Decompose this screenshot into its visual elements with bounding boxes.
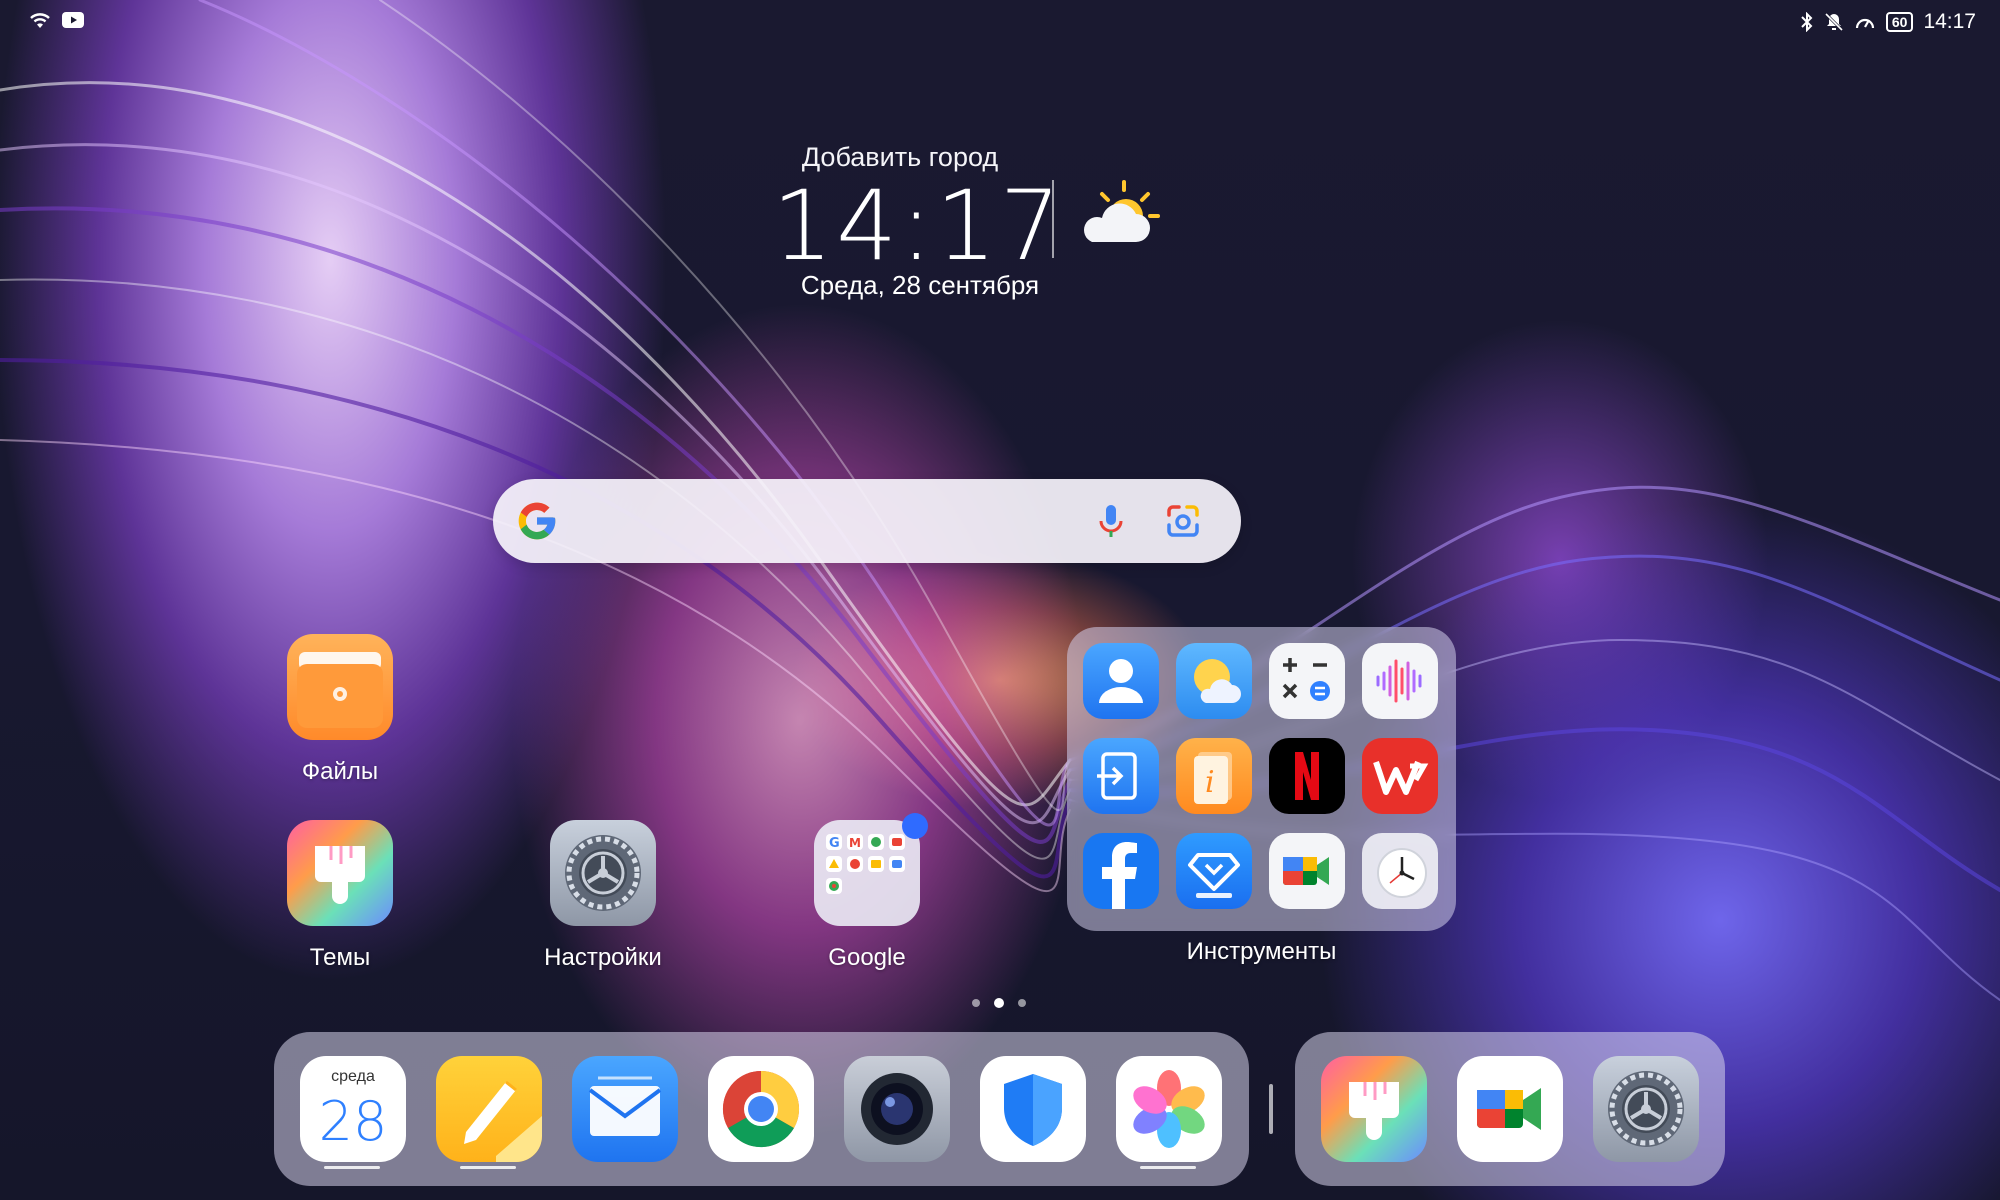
svg-text:G: G <box>829 836 840 851</box>
page-indicator[interactable] <box>972 998 1026 1008</box>
search-input[interactable] <box>583 497 1063 545</box>
honor-club-icon[interactable] <box>1176 833 1252 909</box>
recent-apps-dock <box>1295 1032 1725 1186</box>
youtube-icon <box>62 12 84 28</box>
camera-lens-icon[interactable] <box>844 1056 950 1162</box>
app-label-google: Google <box>828 944 906 971</box>
folder-label-tools: Инструменты <box>1186 938 1337 965</box>
clock-weather-widget[interactable]: Добавить город 14:17 Среда, 28 сентября <box>760 140 1160 310</box>
svg-text:i: i <box>1205 765 1215 800</box>
status-bar: 60 14:17 <box>0 10 2000 40</box>
status-time: 14:17 <box>1923 10 1976 33</box>
app-themes[interactable]: Темы <box>260 820 420 972</box>
battery-indicator: 60 <box>1885 12 1914 32</box>
dock: среда 28 <box>274 1032 1249 1186</box>
calculator-icon[interactable] <box>1269 643 1345 719</box>
page-dot[interactable] <box>972 999 980 1007</box>
calendar-icon[interactable]: среда 28 <box>300 1056 406 1162</box>
page-dot-active[interactable] <box>994 998 1004 1008</box>
app-label-settings: Настройки <box>544 944 662 971</box>
running-indicator <box>1140 1166 1196 1169</box>
widget-divider <box>1052 180 1054 258</box>
wps-office-icon[interactable] <box>1362 738 1438 814</box>
email-envelope-icon[interactable] <box>572 1056 678 1162</box>
tips-icon[interactable]: i <box>1176 738 1252 814</box>
wifi-icon <box>28 10 52 30</box>
netflix-icon[interactable] <box>1269 738 1345 814</box>
dock-separator <box>1269 1084 1273 1134</box>
google-lens-camera-icon[interactable] <box>1161 499 1205 548</box>
calendar-day-label: среда <box>331 1068 375 1085</box>
notification-badge <box>902 813 928 839</box>
speedometer-icon <box>1854 12 1876 32</box>
mute-bell-icon <box>1824 12 1844 32</box>
running-indicator <box>460 1166 516 1169</box>
app-label-themes: Темы <box>309 944 371 971</box>
app-label-files: Файлы <box>301 758 379 785</box>
svg-text:M: M <box>849 836 861 850</box>
recent-themes-icon[interactable] <box>1321 1056 1427 1162</box>
phone-clone-icon[interactable] <box>1083 738 1159 814</box>
running-indicator <box>324 1166 380 1169</box>
optimizer-shield-icon[interactable] <box>980 1056 1086 1162</box>
files-folder-icon <box>287 634 393 740</box>
recent-google-meet-icon[interactable] <box>1457 1056 1563 1162</box>
google-search-bar[interactable] <box>493 479 1241 563</box>
tools-folder[interactable]: i <box>1067 627 1456 931</box>
clock-date: Среда, 28 сентября <box>800 270 1040 300</box>
gear-icon <box>550 820 656 926</box>
add-city-label[interactable]: Добавить город <box>760 142 1040 173</box>
weather-icon[interactable] <box>1176 643 1252 719</box>
contacts-icon[interactable] <box>1083 643 1159 719</box>
clock-icon[interactable] <box>1362 833 1438 909</box>
notes-pencil-icon[interactable] <box>436 1056 542 1162</box>
app-files[interactable]: Файлы <box>260 634 420 786</box>
microphone-icon[interactable] <box>1089 499 1133 548</box>
gallery-flower-icon[interactable] <box>1116 1056 1222 1162</box>
app-google-folder[interactable]: G M Google <box>787 820 947 972</box>
clock-time: 14:17 <box>772 170 1064 282</box>
paintbrush-icon <box>287 820 393 926</box>
google-g-icon <box>515 499 559 548</box>
recent-settings-gear-icon[interactable] <box>1593 1056 1699 1162</box>
facebook-icon[interactable] <box>1083 833 1159 909</box>
bluetooth-icon <box>1800 12 1814 32</box>
sound-recorder-icon[interactable] <box>1362 643 1438 719</box>
chrome-icon[interactable] <box>708 1056 814 1162</box>
google-apps-folder-icon: G M <box>814 820 920 926</box>
page-dot[interactable] <box>1018 999 1026 1007</box>
partly-cloudy-weather-icon <box>1072 176 1162 261</box>
google-meet-icon[interactable] <box>1269 833 1345 909</box>
app-settings[interactable]: Настройки <box>523 820 683 972</box>
calendar-date-label: 28 <box>318 1090 388 1153</box>
